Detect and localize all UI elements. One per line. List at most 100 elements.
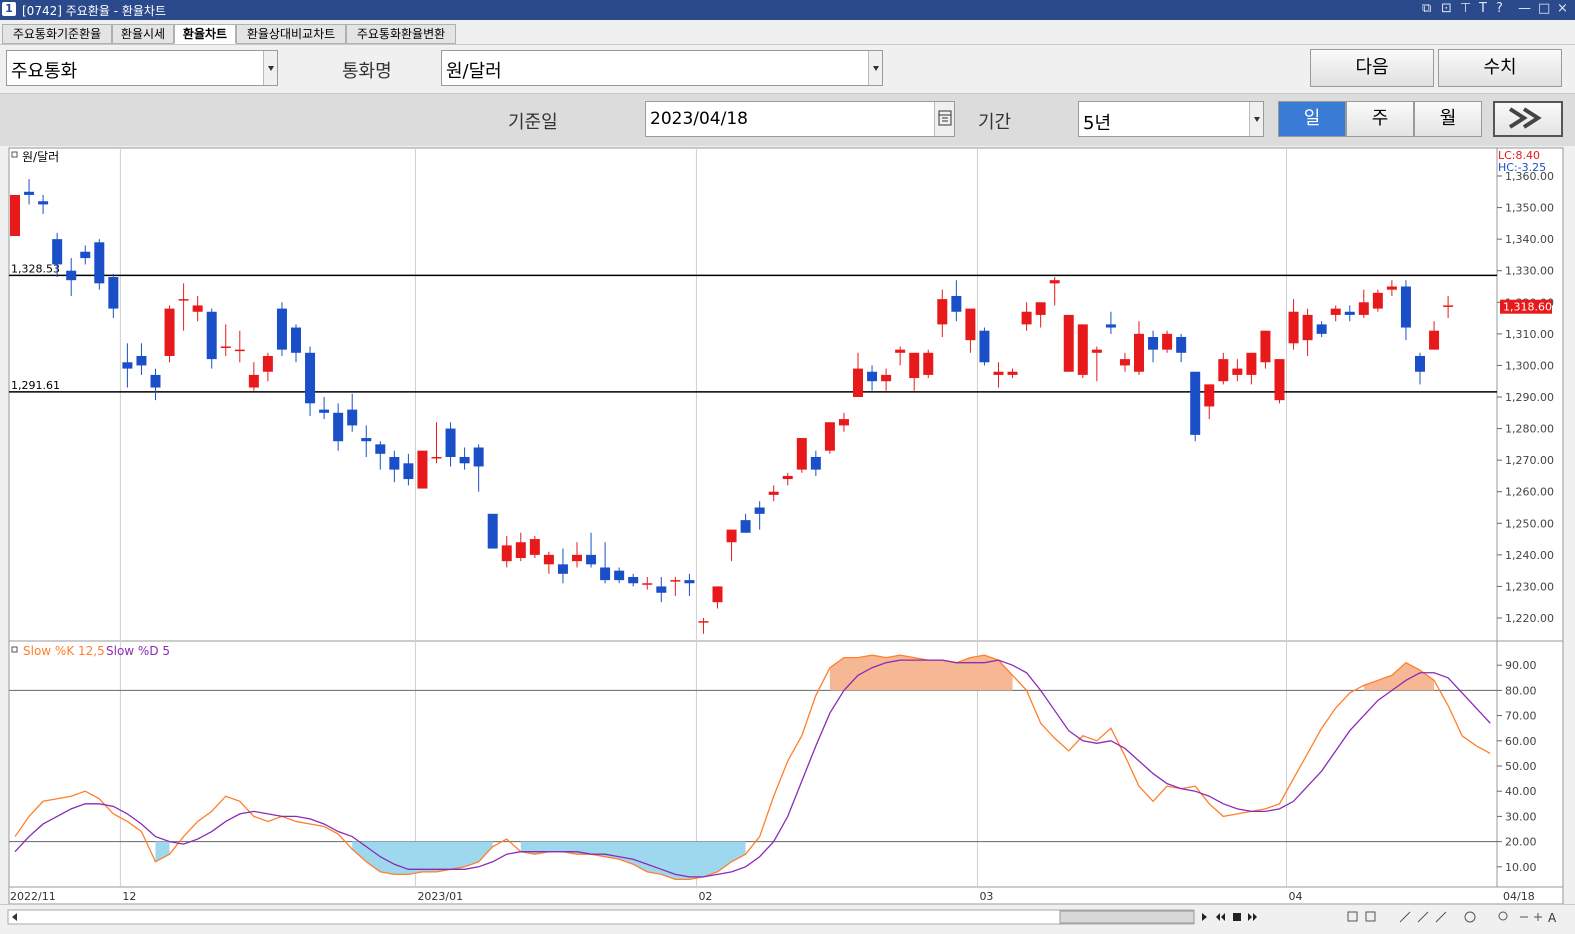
candle-body — [305, 352, 316, 404]
stoch-axis-label: 30.00 — [1505, 810, 1537, 823]
price-axis-label: 1,230.00 — [1505, 580, 1554, 593]
tab-rate-chart[interactable]: 환율차트 — [174, 24, 236, 44]
candle-body — [347, 409, 358, 426]
scroll-thumb[interactable] — [1059, 910, 1195, 924]
candle-body — [38, 201, 49, 205]
candle-body — [1063, 314, 1074, 372]
link-icon[interactable]: ⧉ — [1422, 1, 1431, 16]
price-axis-label: 1,350.00 — [1505, 202, 1554, 215]
tool-circle-icon[interactable] — [1464, 911, 1476, 923]
candle-body — [895, 349, 906, 353]
font-icon[interactable]: T — [1479, 1, 1487, 16]
candle-body — [1344, 311, 1355, 315]
stoch-axis-label: 20.00 — [1505, 836, 1537, 849]
play-controls[interactable] — [1202, 913, 1257, 921]
candle-body — [726, 529, 737, 543]
tool-trend-icon[interactable] — [1417, 911, 1429, 923]
candle-body — [1021, 311, 1032, 325]
tab-major-currency-base-rate[interactable]: 주요통화기준환율 — [2, 24, 112, 44]
candle-body — [1148, 337, 1159, 350]
price-axis-label: 1,310.00 — [1505, 328, 1554, 341]
candle-body — [1443, 305, 1454, 307]
chevron-down-icon[interactable] — [263, 51, 277, 85]
tool-box-icon[interactable] — [1347, 911, 1358, 922]
chevron-down-icon[interactable] — [1249, 102, 1263, 136]
candle-body — [459, 456, 470, 464]
tool-line-icon[interactable] — [1399, 911, 1411, 923]
period-month-button[interactable]: 월 — [1414, 101, 1482, 137]
tab-rate-quotes[interactable]: 환율시세 — [112, 24, 174, 44]
zoom-icon[interactable] — [1498, 911, 1508, 921]
candle-body — [909, 352, 920, 379]
base-date-value: 2023/04/18 — [650, 109, 748, 129]
window-titlebar: 1 [0742] 주요환율 - 환율차트 ⧉ ⊡ ⊤ T ? — □ × — [0, 0, 1575, 20]
currency-name-value: 원/달러 — [446, 61, 502, 82]
currency-name-select[interactable]: 원/달러 — [441, 50, 883, 86]
date-axis-area — [8, 886, 1564, 905]
candle-body — [220, 346, 231, 348]
candle-body — [1260, 330, 1271, 363]
period-day-button[interactable]: 일 — [1278, 101, 1346, 137]
price-axis-label: 1,330.00 — [1505, 265, 1554, 278]
candle-body — [628, 576, 639, 584]
candle-body — [1316, 324, 1327, 334]
candle-body — [782, 475, 793, 480]
candle-body — [501, 545, 512, 562]
exchange-rate-chart[interactable]: 1,360.001,350.001,340.001,330.001,320.00… — [0, 146, 1575, 906]
tool-ray-icon[interactable] — [1435, 911, 1447, 923]
candle-body — [206, 311, 217, 360]
candle-body — [375, 444, 386, 454]
candle-body — [1035, 302, 1046, 315]
base-date-input[interactable]: 2023/04/18 — [645, 101, 955, 137]
pin-icon[interactable]: ⊤ — [1460, 1, 1471, 16]
date-axis-label: 2023/01 — [417, 890, 463, 903]
candle-body — [1162, 333, 1173, 350]
minimize-icon[interactable]: — — [1518, 1, 1531, 16]
chevron-down-icon[interactable] — [868, 51, 882, 85]
candle-body — [192, 305, 203, 312]
candle-body — [656, 586, 667, 593]
candle-body — [178, 299, 189, 301]
candle-body — [515, 542, 526, 559]
maximize-icon[interactable]: □ — [1538, 1, 1550, 16]
candle-body — [572, 554, 582, 562]
period-select[interactable]: 5년 — [1078, 101, 1264, 137]
font-size-icon[interactable]: A — [1548, 911, 1557, 925]
chart-tool-icons[interactable] — [1347, 911, 1542, 923]
value-button[interactable]: 수치 — [1438, 49, 1562, 87]
horizontal-scrollbar[interactable] — [7, 909, 1195, 925]
help-icon[interactable]: ? — [1496, 1, 1503, 16]
close-icon[interactable]: × — [1557, 1, 1568, 16]
stoch-axis-label: 60.00 — [1505, 735, 1537, 748]
window-number-badge: 1 — [2, 2, 16, 16]
tab-rate-converter[interactable]: 주요통화환율변환 — [346, 24, 456, 44]
price-axis-label: 1,300.00 — [1505, 359, 1554, 372]
period-value: 5년 — [1083, 113, 1112, 134]
candle-body — [614, 570, 625, 581]
calendar-icon[interactable] — [934, 102, 954, 136]
price-panel-marker-icon — [11, 151, 18, 158]
currency-group-select[interactable]: 주요통화 — [6, 50, 278, 86]
candle-body — [923, 352, 934, 375]
fast-forward-icon[interactable] — [1248, 913, 1257, 921]
stoch-k-legend: Slow %K 12,5 — [23, 644, 105, 658]
candle-body — [1176, 337, 1187, 353]
window-icon[interactable]: ⊡ — [1441, 1, 1452, 16]
scroll-right-icon[interactable] — [1202, 913, 1207, 921]
zoom-in-icon[interactable] — [1534, 913, 1542, 921]
period-week-button[interactable]: 주 — [1346, 101, 1414, 137]
stop-icon[interactable] — [1233, 913, 1241, 921]
tool-window-icon[interactable] — [1365, 911, 1376, 922]
tab-relative-compare-chart[interactable]: 환율상대비교차트 — [236, 24, 346, 44]
candle-body — [979, 330, 990, 363]
candle-body — [951, 295, 962, 312]
chart-scroll-bar: A — [0, 904, 1575, 931]
expand-button[interactable] — [1493, 101, 1563, 137]
candle-body — [319, 409, 330, 413]
rewind-icon[interactable] — [1216, 913, 1225, 921]
stoch-d-legend: Slow %D 5 — [106, 644, 170, 658]
price-axis-label: 1,260.00 — [1505, 486, 1554, 499]
candle-body — [937, 299, 948, 325]
next-button[interactable]: 다음 — [1310, 49, 1434, 87]
candle-body — [1077, 324, 1088, 375]
